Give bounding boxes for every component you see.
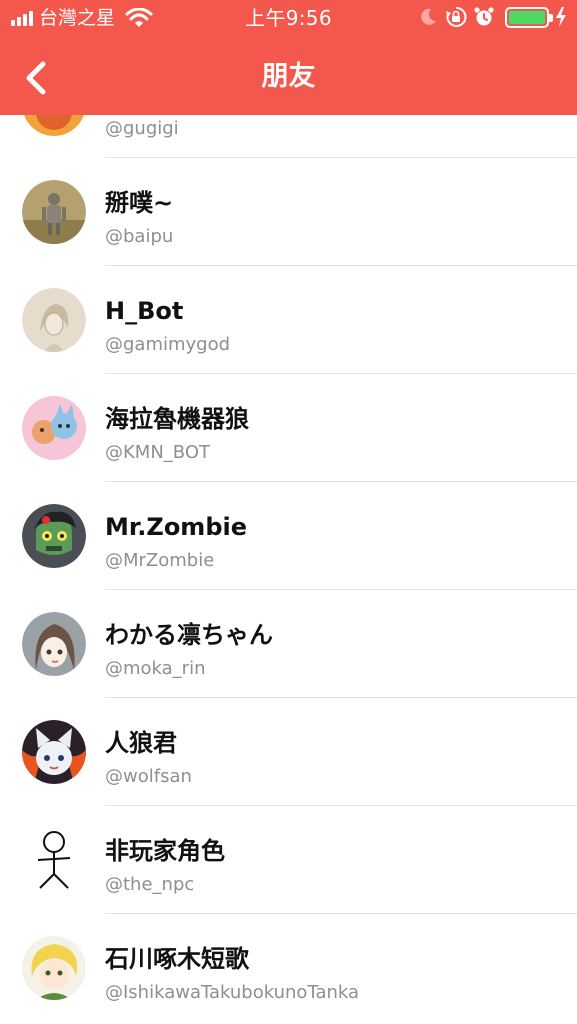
friend-handle: @gamimygod (105, 334, 231, 355)
page-title: 朋友 (261, 61, 316, 92)
battery-cap (549, 13, 553, 22)
app-screen: @gugigi 掰噗~ @baipu H_Bot @gamimygod 海拉魯機… (0, 0, 577, 1024)
chevron-left-icon[interactable] (20, 60, 54, 96)
friend-name: 石川啄木短歌 (105, 945, 249, 973)
battery-icon (505, 6, 553, 28)
friend-handle: @baipu (105, 226, 174, 247)
orientation-lock-icon (446, 6, 467, 27)
friend-row[interactable]: 非玩家角色 @the_npc (0, 806, 577, 914)
friend-row[interactable]: 石川啄木短歌 @IshikawaTakubokunoTanka (0, 914, 577, 1022)
charging-bolt-icon (556, 7, 566, 27)
friend-avatar (22, 936, 86, 1000)
friend-row[interactable]: 掰噗~ @baipu (0, 158, 577, 266)
friend-handle: @wolfsan (105, 766, 192, 787)
friend-avatar (22, 180, 86, 244)
friend-avatar (22, 288, 86, 352)
friend-handle: @moka_rin (105, 658, 206, 679)
friend-avatar (22, 828, 86, 892)
friend-row[interactable]: H_Bot @gamimygod (0, 266, 577, 374)
friend-handle: @gugigi (105, 118, 179, 139)
status-bar: 台灣之星 上午9:56 (0, 0, 577, 38)
status-right (417, 6, 567, 28)
friend-handle: @KMN_BOT (105, 442, 210, 463)
friend-handle: @IshikawaTakubokunoTanka (105, 982, 360, 1003)
friend-handle: @the_npc (105, 874, 195, 895)
friend-avatar (22, 504, 86, 568)
friend-name: 海拉魯機器狼 (105, 405, 249, 433)
moon-icon (421, 8, 436, 25)
friend-handle: @MrZombie (105, 550, 215, 571)
friend-name: 非玩家角色 (105, 837, 225, 865)
friend-row[interactable]: わかる凛ちゃん @moka_rin (0, 590, 577, 698)
friend-avatar (22, 720, 86, 784)
friend-list[interactable]: @gugigi 掰噗~ @baipu H_Bot @gamimygod 海拉魯機… (0, 50, 577, 1022)
friend-name: Mr.Zombie (105, 513, 247, 541)
friend-avatar (22, 612, 86, 676)
friend-name: 掰噗~ (105, 189, 174, 217)
friend-name: 人狼君 (105, 729, 177, 757)
alarm-clock-icon (474, 7, 494, 26)
friend-row[interactable]: 海拉魯機器狼 @KMN_BOT (0, 374, 577, 482)
friend-name: H_Bot (105, 297, 184, 325)
friend-name: わかる凛ちゃん (105, 621, 273, 649)
nav-bar: 朋友 (0, 38, 577, 115)
battery-fill (509, 10, 545, 24)
friend-row[interactable]: Mr.Zombie @MrZombie (0, 482, 577, 590)
app-header: 台灣之星 上午9:56 朋友 (0, 0, 577, 115)
friend-avatar (22, 396, 86, 460)
friend-row[interactable]: 人狼君 @wolfsan (0, 698, 577, 806)
